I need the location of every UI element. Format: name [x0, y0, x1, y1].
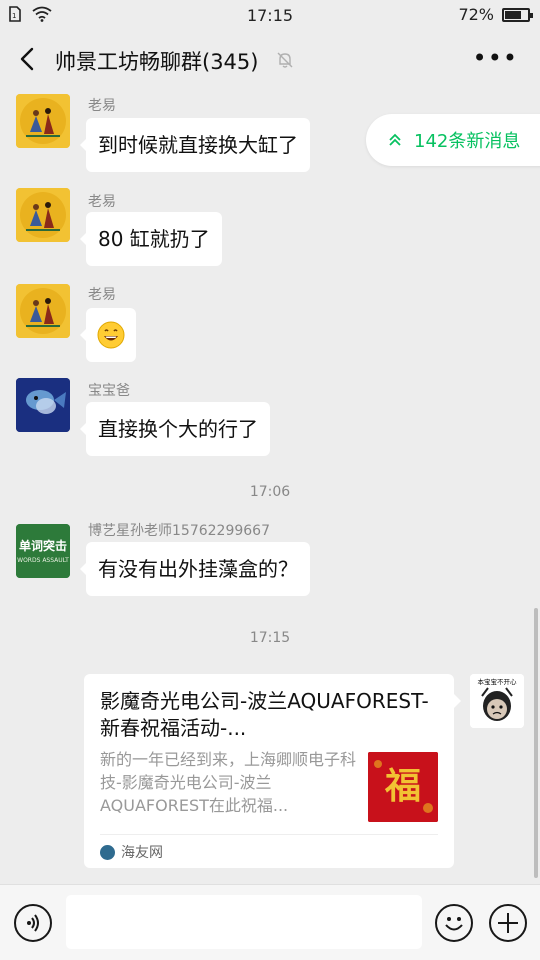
- avatar-caption: 本宝宝不开心: [478, 677, 518, 686]
- sad-baby-avatar-image: 本宝宝不开心: [470, 674, 524, 728]
- battery-icon: [502, 7, 533, 22]
- battery-percent: 72%: [458, 5, 494, 24]
- voice-input-button[interactable]: [14, 904, 52, 942]
- fish-avatar-image: [16, 378, 70, 432]
- timestamp: 17:15: [249, 630, 291, 646]
- mute-bell-icon: [277, 52, 293, 68]
- avatar[interactable]: 单词突击 WORDS ASSAULT: [16, 524, 70, 578]
- smile-emoji-icon: [97, 321, 125, 349]
- sender-name: 宝宝爸: [88, 383, 130, 399]
- timestamp: 17:06: [249, 484, 291, 500]
- divider: [100, 834, 438, 835]
- sender-name: 博艺星孙老师15762299667: [88, 523, 270, 539]
- back-arrow-icon[interactable]: [14, 44, 44, 74]
- link-card-description: 新的一年已经到来，上海卿顺电子科技-影魔奇光电公司-波兰AQUAFOREST在此…: [100, 750, 357, 815]
- scrollbar[interactable]: [534, 608, 538, 878]
- painting-avatar-image: [16, 94, 70, 148]
- more-functions-button[interactable]: [489, 904, 527, 942]
- source-logo-icon: [100, 844, 115, 860]
- avatar[interactable]: [16, 188, 70, 242]
- message-bubble[interactable]: 有没有出外挂藻盒的？: [80, 542, 310, 596]
- input-bar: [0, 884, 540, 960]
- smiley-icon: [445, 917, 463, 931]
- avatar[interactable]: [16, 94, 70, 148]
- sender-name: 老易: [88, 287, 116, 303]
- painting-avatar-image: [16, 188, 70, 242]
- message-bubble[interactable]: 80 缸就扔了: [80, 212, 222, 266]
- avatar[interactable]: [16, 284, 70, 338]
- chat-title: 帅景工坊畅聊群(345): [55, 50, 259, 74]
- words-assault-avatar-image: 单词突击 WORDS ASSAULT: [16, 524, 70, 578]
- avatar[interactable]: 本宝宝不开心: [470, 674, 524, 728]
- fu-character-text: 福: [384, 765, 421, 807]
- status-bar: 1 17:15 72%: [0, 0, 540, 30]
- avatar-text-line1: 单词突击: [19, 538, 67, 553]
- message-bubble[interactable]: 到时候就直接换大缸了: [80, 118, 310, 172]
- avatar[interactable]: [16, 378, 70, 432]
- message-input[interactable]: [66, 895, 422, 949]
- message-bubble[interactable]: 直接换个大的行了: [80, 402, 270, 456]
- double-chevron-up-icon: [389, 133, 401, 146]
- link-card[interactable]: 影魔奇光电公司-波兰AQUAFOREST-新春祝福活动-... 新的一年已经到来…: [84, 674, 461, 868]
- voice-icon: [27, 914, 39, 932]
- plus-icon: [498, 913, 518, 933]
- new-messages-button[interactable]: 142条新消息: [366, 114, 540, 166]
- link-card-title: 影魔奇光电公司-波兰AQUAFOREST-新春祝福活动-...: [100, 689, 429, 740]
- battery-fill: [505, 10, 521, 19]
- sender-name: 老易: [88, 194, 116, 210]
- message-bubble[interactable]: [80, 308, 136, 362]
- chat-header: 帅景工坊畅聊群(345) •••: [0, 30, 540, 90]
- sender-name: 老易: [88, 98, 116, 114]
- link-card-thumbnail: 福: [368, 752, 438, 822]
- link-card-source: 海友网: [100, 842, 163, 862]
- emoji-button[interactable]: [435, 904, 473, 942]
- status-icons-right: 72%: [458, 5, 533, 24]
- new-messages-label: 142条新消息: [414, 131, 521, 152]
- painting-avatar-image: [16, 284, 70, 338]
- more-options-button[interactable]: •••: [473, 44, 518, 72]
- source-name: 海友网: [121, 845, 163, 861]
- fu-character-image: 福: [368, 752, 438, 822]
- chat-area: 老易 到时候就直接换大缸了 老易 80 缸就扔了 老易 宝宝爸 直接换个大的行了…: [0, 90, 540, 884]
- avatar-text-line2: WORDS ASSAULT: [17, 557, 69, 564]
